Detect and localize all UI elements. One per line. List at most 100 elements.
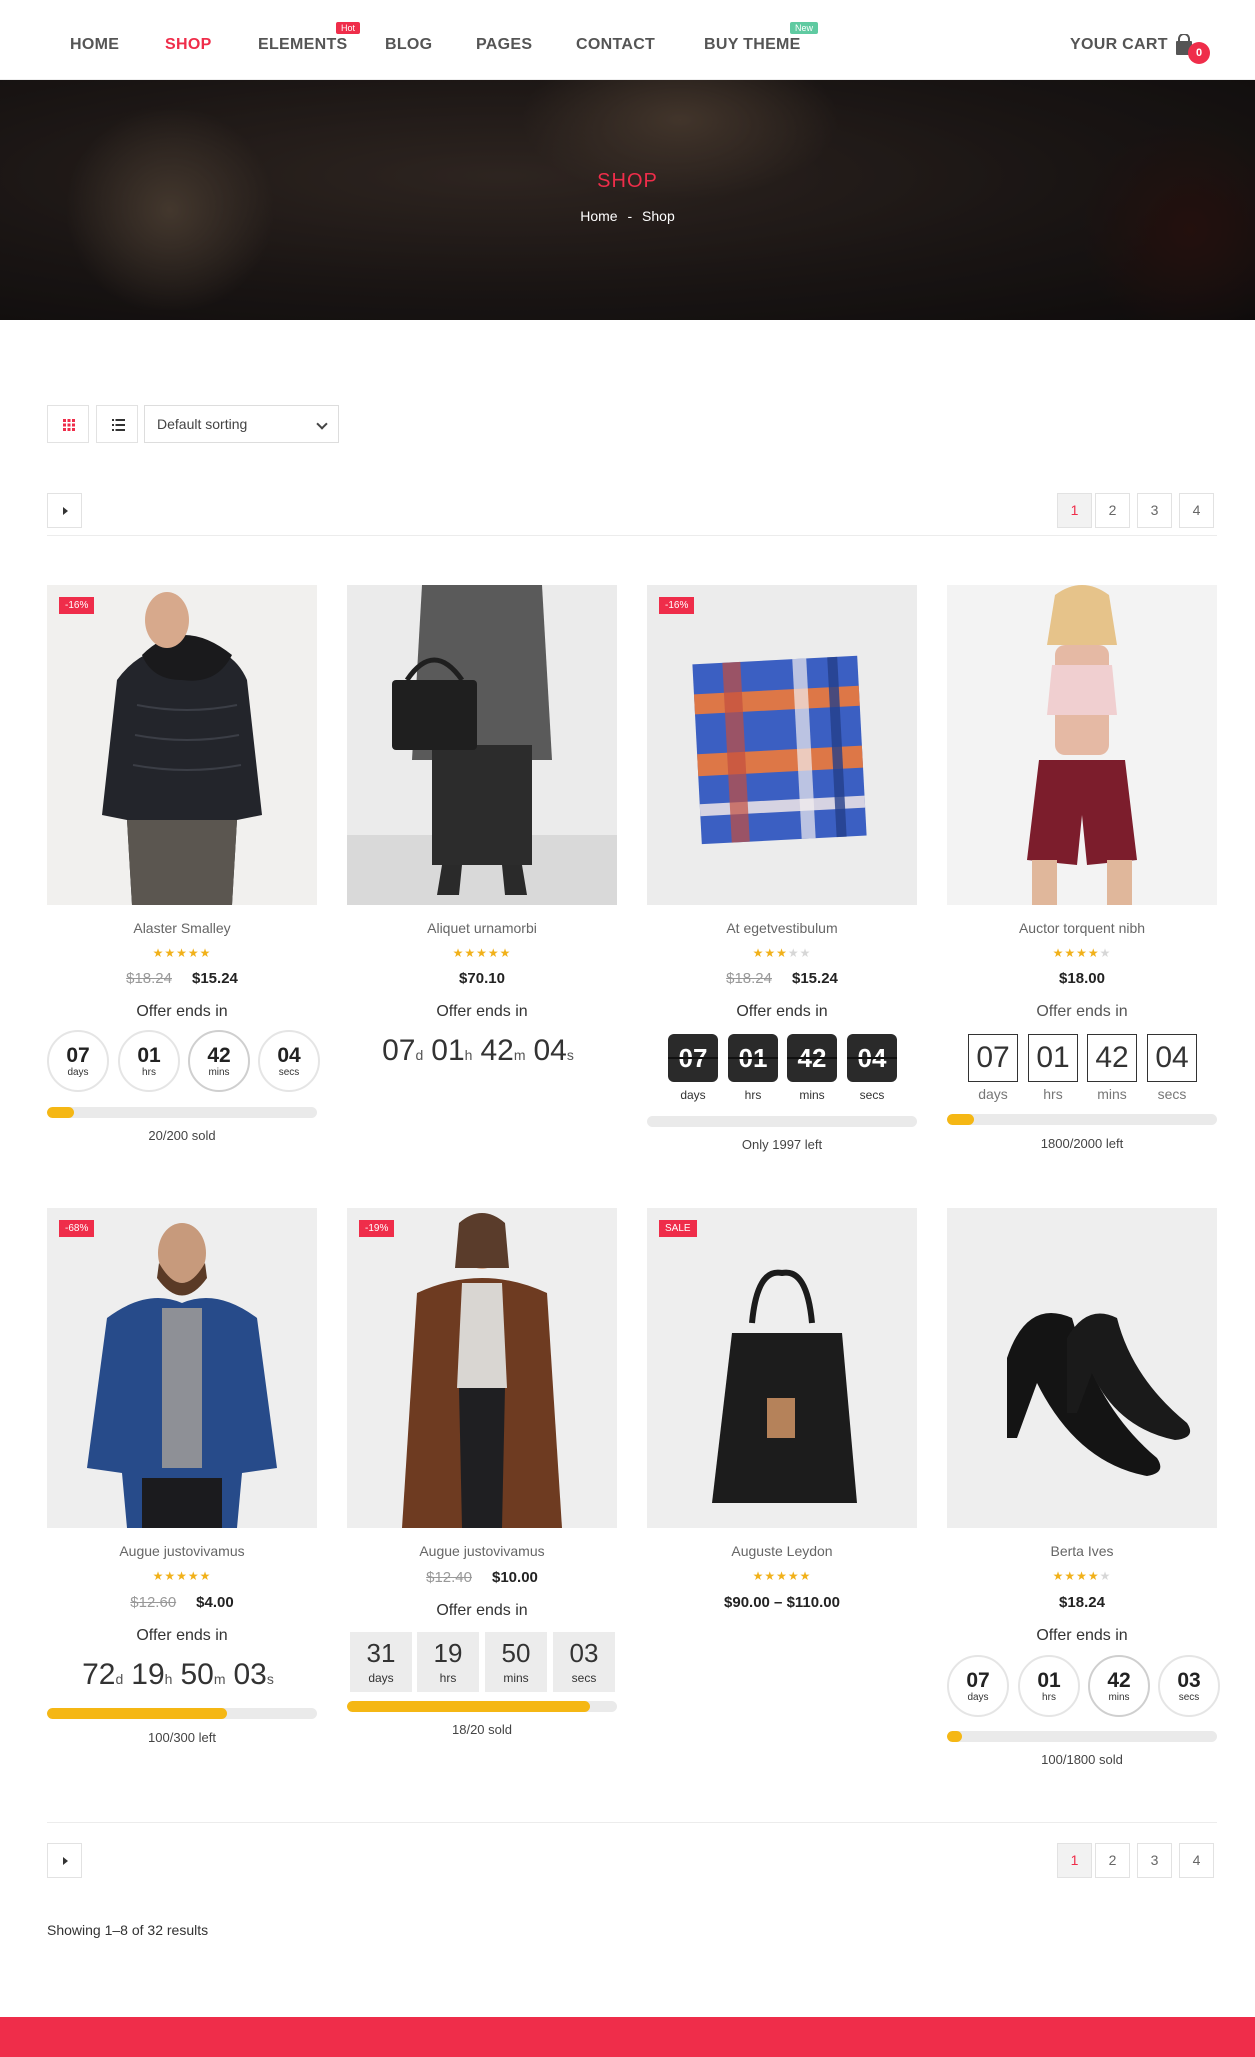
countdown-hours: 01 hrs xyxy=(118,1030,180,1092)
stock-progress-fill xyxy=(47,1107,74,1118)
grid-icon xyxy=(63,419,75,431)
product-price: $90.00 – $110.00 xyxy=(647,1594,917,1611)
page-link-1[interactable]: 1 xyxy=(1057,1843,1092,1878)
current-price: $4.00 xyxy=(196,1594,234,1611)
product-name[interactable]: Auguste Leydon xyxy=(647,1543,917,1559)
discount-badge: -16% xyxy=(659,597,695,614)
breadcrumb: Home - Shop xyxy=(0,208,1255,224)
stock-progress-bar xyxy=(647,1116,917,1127)
offer-label: Offer ends in xyxy=(436,1602,528,1619)
sale-badge: SALE xyxy=(659,1220,697,1237)
page-link-1[interactable]: 1 xyxy=(1057,493,1092,528)
current-price: $18.24 xyxy=(1059,1594,1105,1611)
page-title: SHOP xyxy=(597,170,658,192)
offer-label: Offer ends in xyxy=(1036,1627,1128,1644)
product-image-handbag-coat[interactable] xyxy=(347,585,617,905)
discount-badge: -16% xyxy=(59,597,95,614)
product-name[interactable]: Aliquet urnamorbi xyxy=(347,920,617,936)
page-link-4[interactable]: 4 xyxy=(1179,493,1214,528)
countdown-days: 07 xyxy=(668,1034,718,1082)
current-price: $70.10 xyxy=(459,970,505,987)
countdown-hours: 01 hrs xyxy=(1018,1655,1080,1717)
countdown-label: secs xyxy=(859,1088,885,1102)
chevron-down-icon xyxy=(316,418,328,430)
grid-view-button[interactable] xyxy=(47,405,89,443)
offer-label: Offer ends in xyxy=(136,1627,228,1644)
discount-badge: -19% xyxy=(359,1220,395,1237)
page-link-2[interactable]: 2 xyxy=(1095,493,1130,528)
countdown-minutes: 50 mins xyxy=(485,1632,547,1692)
countdown-minutes: 42 xyxy=(1087,1034,1137,1082)
product-image-scarf[interactable]: -16% xyxy=(647,585,917,905)
sort-select[interactable]: Default sorting xyxy=(144,405,339,443)
product-price: $18.00 xyxy=(947,970,1217,987)
product-name[interactable]: Alaster Smalley xyxy=(47,920,317,936)
countdown-hours: 01 xyxy=(728,1034,778,1082)
discount-badge: -68% xyxy=(59,1220,95,1237)
product-name[interactable]: At egetvestibulum xyxy=(647,920,917,936)
product-price: $12.40 $10.00 xyxy=(347,1569,617,1586)
countdown-seconds: 03 secs xyxy=(1158,1655,1220,1717)
list-icon xyxy=(112,419,125,431)
nav-blog[interactable]: BLOG xyxy=(385,36,432,54)
filter-toggle-button[interactable] xyxy=(47,1843,82,1878)
countdown-label: days xyxy=(680,1088,706,1102)
current-price: $15.24 xyxy=(792,970,838,987)
rating-stars: ★★★★★ xyxy=(752,946,812,960)
current-price: $10.00 xyxy=(492,1569,538,1586)
nav-pages[interactable]: PAGES xyxy=(476,36,532,54)
stock-progress-bar xyxy=(47,1107,317,1118)
old-price: $12.60 xyxy=(130,1594,177,1611)
cart-link[interactable]: YOUR CART xyxy=(1070,36,1168,54)
results-count: Showing 1–8 of 32 results xyxy=(47,1922,209,1938)
countdown-label: mins xyxy=(799,1088,825,1102)
page-link-4[interactable]: 4 xyxy=(1179,1843,1214,1878)
countdown-days: 07 days xyxy=(47,1030,109,1092)
stock-progress-fill xyxy=(47,1708,227,1719)
rating-stars: ★★★★★ xyxy=(452,946,512,960)
product-image-tote-bag[interactable]: SALE xyxy=(647,1208,917,1528)
stock-progress-bar xyxy=(347,1701,617,1712)
breadcrumb-home[interactable]: Home xyxy=(580,208,617,224)
page-link-2[interactable]: 2 xyxy=(1095,1843,1130,1878)
offer-label: Offer ends in xyxy=(436,1003,528,1020)
product-name[interactable]: Augue justovivamus xyxy=(347,1543,617,1559)
countdown-hours: 01 xyxy=(1028,1034,1078,1082)
countdown-inline: 07d 01h 42m 04s xyxy=(382,1034,574,1067)
caret-right-icon xyxy=(63,507,68,515)
nav-elements[interactable]: ELEMENTS xyxy=(258,36,348,54)
countdown-days: 07 xyxy=(968,1034,1018,1082)
stock-text: 100/300 left xyxy=(148,1730,216,1745)
page-link-3[interactable]: 3 xyxy=(1137,1843,1172,1878)
stock-text: Only 1997 left xyxy=(741,1137,823,1152)
page-link-3[interactable]: 3 xyxy=(1137,493,1172,528)
current-price: $15.24 xyxy=(192,970,238,987)
new-badge: New xyxy=(790,22,819,34)
product-image-heels[interactable] xyxy=(947,1208,1217,1528)
stock-text: 1800/2000 left xyxy=(1040,1136,1124,1151)
product-image-jacket[interactable]: -16% xyxy=(47,585,317,905)
countdown-label: mins xyxy=(1097,1086,1127,1102)
product-price: $70.10 xyxy=(347,970,617,987)
nav-home[interactable]: HOME xyxy=(70,36,119,54)
offer-label: Offer ends in xyxy=(736,1003,828,1020)
nav-shop[interactable]: SHOP xyxy=(165,36,212,54)
stock-progress-bar xyxy=(47,1708,317,1719)
nav-buy-theme[interactable]: BUY THEME xyxy=(704,36,801,54)
product-image-shorts[interactable] xyxy=(947,585,1217,905)
product-name[interactable]: Berta Ives xyxy=(947,1543,1217,1559)
product-image-brown-coat[interactable]: -19% xyxy=(347,1208,617,1528)
list-view-button[interactable] xyxy=(96,405,138,443)
stock-text: 18/20 sold xyxy=(452,1722,512,1737)
product-name[interactable]: Auctor torquent nibh xyxy=(947,920,1217,936)
rating-stars: ★★★★★ xyxy=(1052,946,1112,960)
rating-stars: ★★★★★ xyxy=(152,946,212,960)
divider xyxy=(47,1822,1217,1823)
product-image-denim-jacket[interactable]: -68% xyxy=(47,1208,317,1528)
filter-toggle-button[interactable] xyxy=(47,493,82,528)
nav-contact[interactable]: CONTACT xyxy=(576,36,655,54)
rating-stars: ★★★★★ xyxy=(752,1569,812,1583)
countdown-hours: 19 hrs xyxy=(417,1632,479,1692)
stock-progress-fill xyxy=(947,1114,974,1125)
product-name[interactable]: Augue justovivamus xyxy=(47,1543,317,1559)
